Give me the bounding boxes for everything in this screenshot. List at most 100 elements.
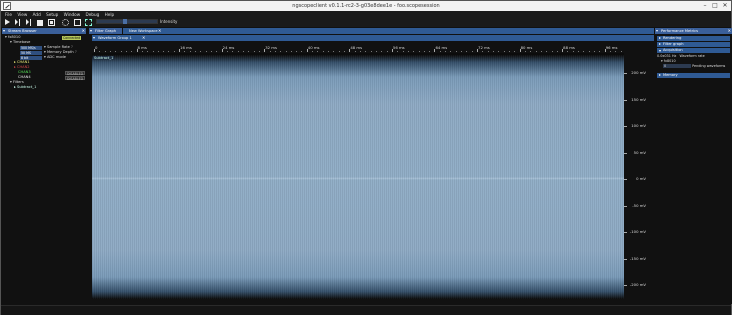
time-tick-minor	[216, 50, 218, 52]
history-icon[interactable]	[48, 19, 55, 26]
time-tick-label: 56 ms	[392, 45, 405, 50]
time-tick-minor	[429, 50, 431, 52]
section-rendering[interactable]: Rendering	[657, 36, 730, 41]
time-tick-minor	[599, 50, 601, 52]
time-tick-minor	[131, 50, 133, 52]
start-trigger-icon[interactable]	[5, 19, 10, 25]
time-tick-minor	[455, 50, 457, 52]
time-tick-minor	[120, 50, 122, 52]
time-tick-minor	[407, 50, 409, 52]
time-tick-minor	[344, 50, 346, 52]
voltage-axis[interactable]: 200 mV 150 mV 100 mV 50 mV 0 mV -50 mV -100 mV…	[624, 53, 654, 299]
time-tick-minor	[567, 50, 569, 52]
fullscreen-icon[interactable]	[85, 19, 92, 26]
time-tick-minor	[365, 50, 367, 52]
chevron-down-icon	[3, 29, 5, 32]
time-tick-minor	[333, 50, 335, 52]
menu-view[interactable]: View	[17, 11, 27, 18]
time-tick-major	[221, 49, 223, 52]
pending-value: 0	[663, 64, 691, 68]
close-window-button[interactable]: ✕	[721, 2, 729, 10]
menu-help[interactable]: Help	[105, 11, 115, 18]
help-icon[interactable]: ?	[71, 45, 73, 49]
window-title: ngscopeclient v0.1.1-rc2-3-g03e8dee1e - …	[292, 3, 440, 9]
refresh-settings-icon[interactable]	[62, 19, 69, 26]
tree-item-subtract[interactable]: ▸ Subtract_1	[14, 85, 36, 90]
time-tick-minor	[338, 50, 340, 52]
time-tick-minor	[535, 50, 537, 52]
force-trigger-icon[interactable]	[26, 18, 32, 26]
help-icon[interactable]: ?	[75, 50, 77, 54]
time-tick-minor	[445, 50, 447, 52]
memory-depth-label: Memory Depth	[46, 50, 74, 54]
section-filter-graph[interactable]: Filter graph	[657, 42, 730, 47]
memory-depth-value[interactable]: 50 MS	[20, 50, 42, 55]
close-icon[interactable]: ✕	[142, 35, 653, 41]
time-tick-minor	[205, 50, 207, 52]
maximize-button[interactable]: □	[711, 2, 719, 10]
single-trigger-icon[interactable]	[15, 18, 21, 26]
time-tick-label: 80 ms	[520, 45, 533, 50]
app-logo-icon	[3, 2, 11, 10]
acquisition-rate-row: 0.0x031 Hz Waveform rate	[657, 54, 705, 58]
menu-setup[interactable]: Setup	[46, 11, 58, 18]
tab-filter-graph[interactable]: Filter Graph	[89, 28, 122, 34]
menu-window[interactable]: Window	[64, 11, 81, 18]
time-tick-minor	[184, 50, 186, 52]
stream-browser-tab[interactable]: Stream Browser ✕	[2, 28, 86, 34]
time-tick-label: 8 ms	[137, 45, 147, 50]
time-tick-minor	[328, 50, 330, 52]
time-tick-minor	[551, 50, 553, 52]
waveform-group-tab[interactable]: Waveform Group 1 ✕	[92, 35, 654, 41]
sample-rate-value[interactable]: 500 MS/s	[20, 45, 42, 50]
time-axis[interactable]: 0 8 ms 16 ms 24 ms 32 ms 40 ms 48 ms 56 ms 64 ms…	[92, 45, 624, 52]
instrument-row[interactable]: ▾ fx8010	[661, 59, 676, 63]
close-icon[interactable]: ✕	[158, 28, 653, 34]
time-tick-minor	[258, 50, 260, 52]
adc-mode-value[interactable]: 8 bit	[20, 55, 42, 60]
voltage-tick-label: 50 mV	[633, 149, 646, 155]
menu-debug[interactable]: Debug	[86, 11, 100, 18]
time-tick-label: 32 ms	[265, 45, 277, 50]
time-tick-minor	[524, 50, 526, 52]
tree-item-timebase[interactable]: ▾ Timebase	[10, 40, 30, 45]
chevron-down-icon	[93, 36, 95, 39]
time-tick-minor	[498, 50, 500, 52]
filter-graph-tab-label: Filter Graph	[95, 29, 117, 33]
chevron-down-icon	[659, 49, 661, 52]
section-acquisition[interactable]: Acquisition	[657, 48, 730, 53]
sample-rate-label: Sample Rate	[46, 45, 70, 49]
clear-sweeps-icon[interactable]	[74, 19, 81, 26]
trace-label[interactable]: Subtract_1	[93, 56, 115, 60]
time-tick-minor	[253, 50, 255, 52]
time-tick-minor	[540, 50, 542, 52]
menu-add[interactable]: Add	[33, 11, 41, 18]
intensity-slider[interactable]	[96, 19, 158, 24]
time-tick-minor	[274, 50, 276, 52]
minimize-button[interactable]: –	[701, 2, 709, 10]
waveform-plot[interactable]	[92, 53, 624, 299]
time-tick-minor	[99, 50, 101, 52]
performance-metrics-tab[interactable]: Performance Metrics ✕	[655, 28, 732, 34]
time-tick-label: 0	[95, 45, 98, 50]
stop-trigger-icon[interactable]	[37, 19, 43, 26]
chan4-disabled-badge: DISABLED	[65, 75, 86, 81]
time-tick-minor	[583, 50, 585, 52]
intensity-slider-handle[interactable]	[123, 19, 128, 24]
time-tick-minor	[163, 50, 165, 52]
time-tick-label: 72 ms	[478, 45, 490, 50]
workspace-pane: Filter Graph New Workspace ✕ Waveform Gr…	[89, 28, 654, 304]
menu-file[interactable]: File	[5, 11, 12, 18]
time-tick-minor	[195, 50, 197, 52]
time-tick-minor	[157, 50, 159, 52]
menu-bar: File View Add Setup Window Debug Help	[1, 11, 731, 18]
memory-label: Memory	[663, 73, 678, 77]
tab-new-workspace[interactable]: New Workspace ✕	[123, 28, 654, 34]
time-tick-minor	[508, 50, 510, 52]
close-icon[interactable]: ✕	[728, 28, 731, 34]
time-tick-label: 88 ms	[563, 45, 575, 50]
time-tick-minor	[173, 50, 175, 52]
section-memory[interactable]: Memory	[657, 73, 730, 78]
close-icon[interactable]: ✕	[82, 28, 85, 34]
chevron-down-icon	[90, 29, 92, 32]
